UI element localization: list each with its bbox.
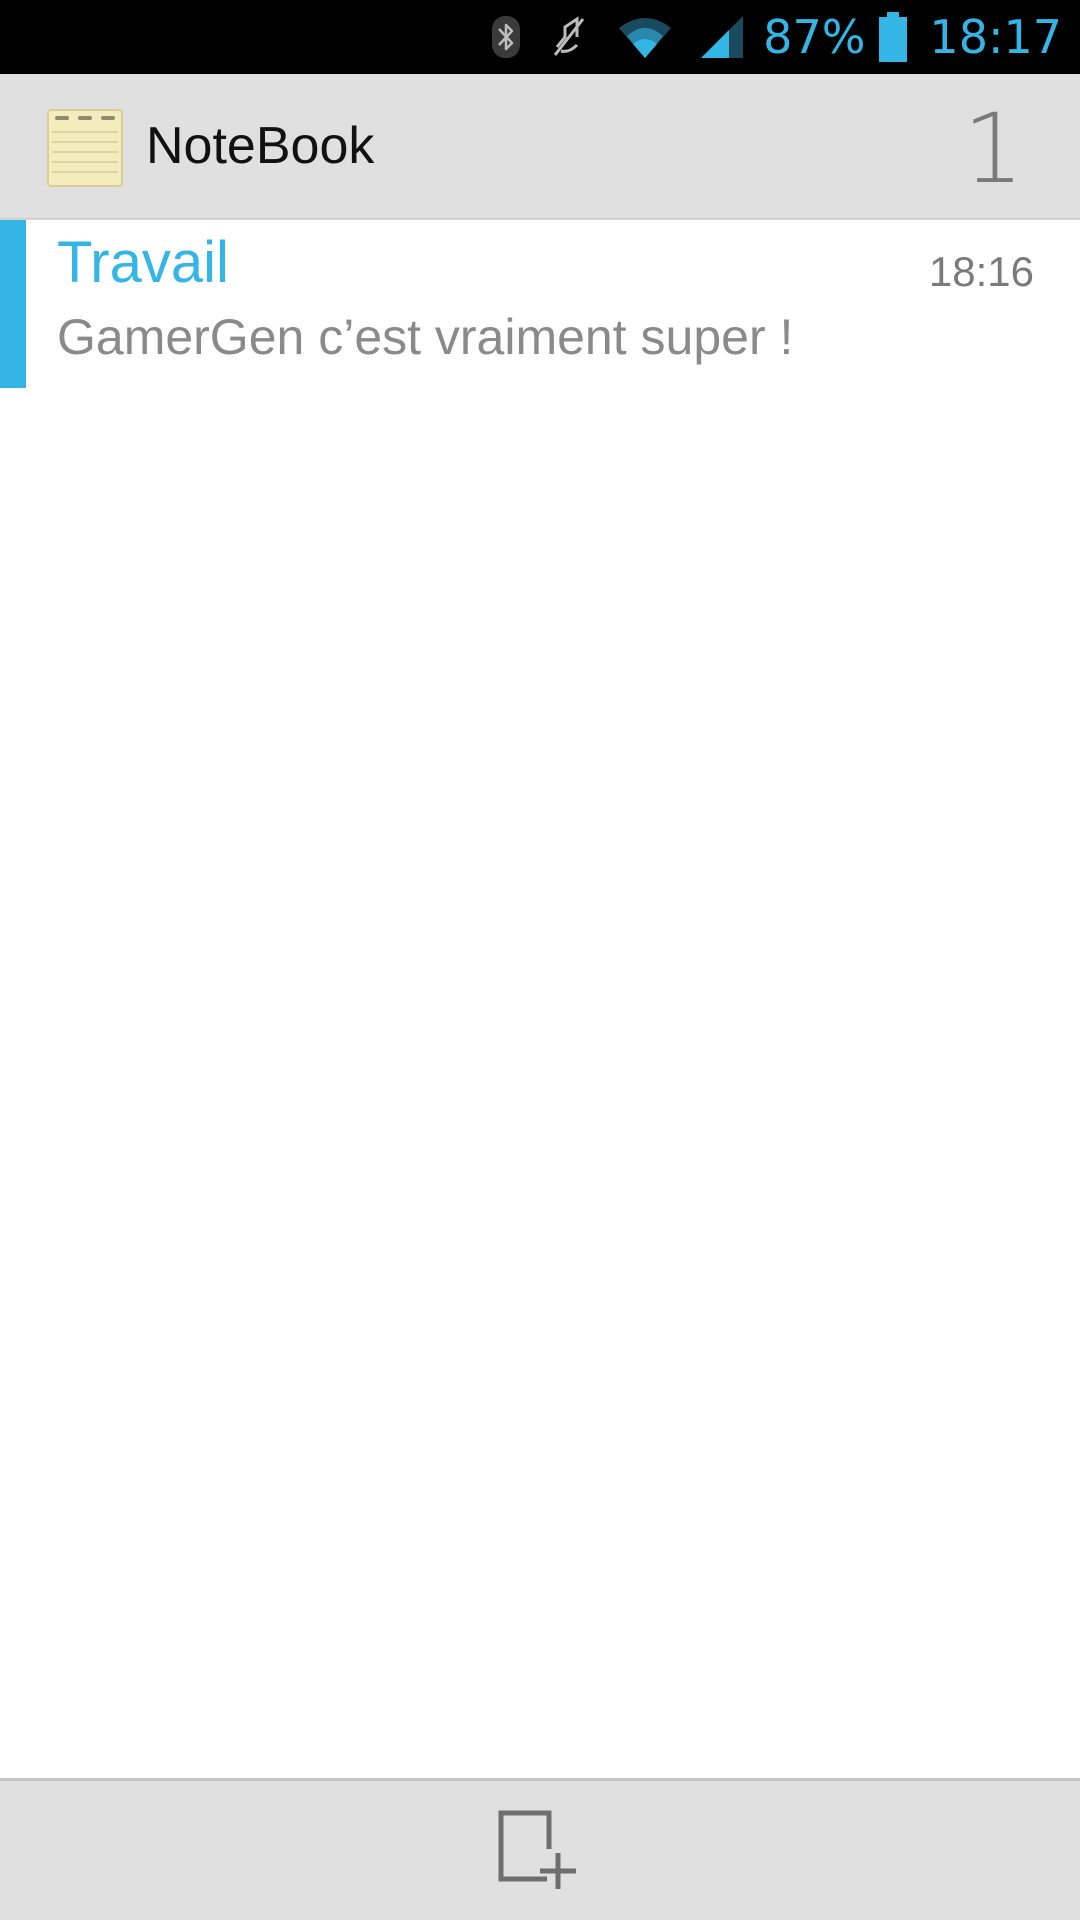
status-bar: 87% 18:17	[0, 0, 1080, 74]
note-list: Travail 18:16 GamerGen c’est vraiment su…	[0, 220, 1080, 388]
signal-icon	[699, 14, 745, 60]
wifi-icon	[617, 14, 673, 60]
action-bar: NoteBook 1	[0, 74, 1080, 224]
note-timestamp: 18:16	[928, 248, 1034, 295]
notepad-icon	[46, 108, 124, 188]
battery-percent: 87%	[763, 10, 866, 64]
note-preview: GamerGen c’est vraiment super !	[57, 309, 794, 365]
note-count: 1	[962, 93, 1024, 205]
note-title: Travail	[57, 230, 229, 295]
battery-icon	[879, 12, 908, 62]
bottom-action-bar	[0, 1778, 1080, 1920]
app-title: NoteBook	[146, 117, 375, 175]
status-clock: 18:17	[929, 10, 1062, 64]
bluetooth-icon	[491, 15, 521, 59]
notebook-screen: 87% 18:17 NoteBook 1 Travail 18:16 Gamer…	[0, 0, 1080, 1920]
note-list-item[interactable]: Travail 18:16 GamerGen c’est vraiment su…	[0, 220, 1080, 388]
mute-icon	[547, 15, 591, 59]
add-note-button[interactable]	[495, 1809, 585, 1893]
add-note-icon	[498, 1810, 576, 1889]
note-color-marker	[0, 220, 26, 388]
